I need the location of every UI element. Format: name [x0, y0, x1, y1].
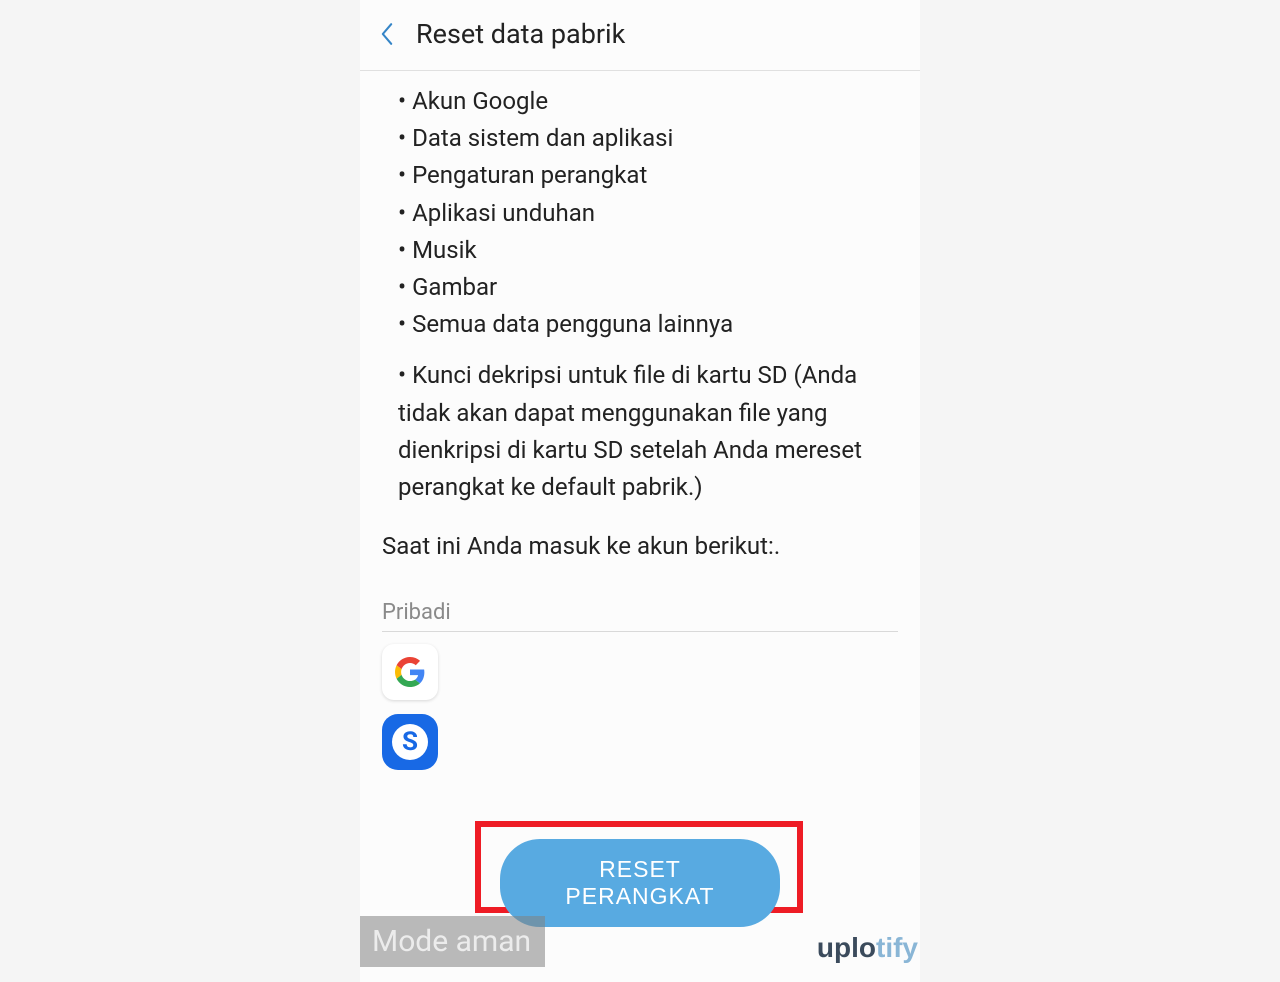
reset-device-button[interactable]: RESET PERANGKAT [500, 839, 780, 927]
account-info-text: Saat ini Anda masuk ke akun berikut:. [382, 532, 898, 560]
page-title: Reset data pabrik [416, 18, 625, 50]
bullet-list: • Akun Google • Data sistem dan aplikasi… [382, 83, 898, 506]
back-icon[interactable] [378, 20, 398, 48]
account-icons: S [382, 644, 898, 770]
content-area: • Akun Google • Data sistem dan aplikasi… [360, 71, 920, 770]
safe-mode-label: Mode aman [360, 916, 545, 967]
samsung-account-icon[interactable]: S [382, 714, 438, 770]
bullet-item: • Semua data pengguna lainnya [398, 306, 898, 343]
header: Reset data pabrik [360, 0, 920, 71]
bullet-item-multiline: • Kunci dekripsi untuk file di kartu SD … [398, 357, 898, 506]
section-label-personal: Pribadi [382, 600, 898, 632]
bullet-item: • Gambar [398, 269, 898, 306]
watermark: uplotify [817, 932, 918, 964]
google-account-icon[interactable] [382, 644, 438, 700]
bullet-item: • Aplikasi unduhan [398, 195, 898, 232]
bullet-item: • Data sistem dan aplikasi [398, 120, 898, 157]
bullet-item: • Musik [398, 232, 898, 269]
bullet-item: • Akun Google [398, 83, 898, 120]
bullet-item: • Pengaturan perangkat [398, 157, 898, 194]
